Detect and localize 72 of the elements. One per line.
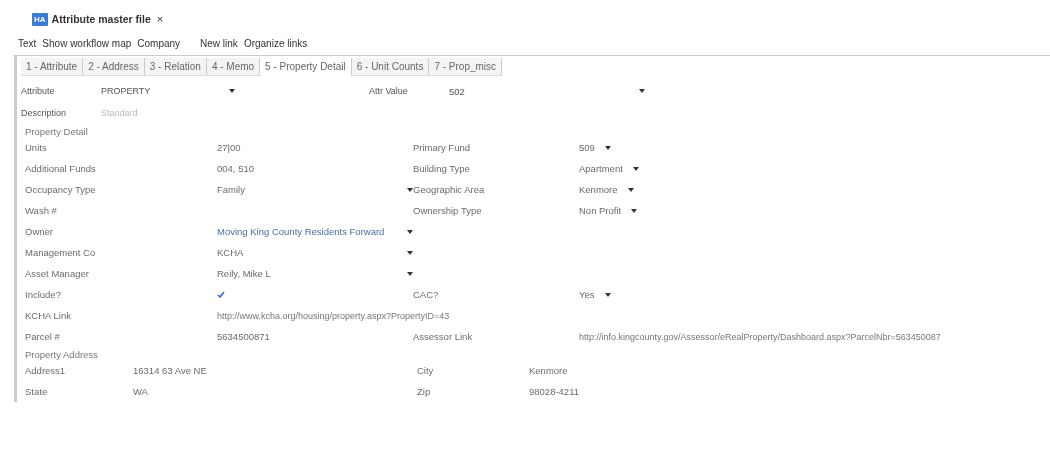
tab[interactable]: 2 - Address: [83, 58, 145, 76]
field-label: State: [24, 386, 49, 397]
dropdown-arrow-icon[interactable]: [407, 271, 413, 276]
field-label: Geographic Area: [413, 184, 486, 195]
field-value: 004, 510: [217, 163, 254, 174]
field-label: KCHA Link: [24, 310, 72, 321]
tab[interactable]: 4 - Memo: [206, 58, 261, 76]
field-label: Building Type: [413, 163, 471, 174]
field-label: Ownership Type: [413, 205, 483, 216]
checkmark-icon[interactable]: [217, 291, 225, 298]
field-value: PROPERTY: [101, 86, 152, 96]
field-label: Description: [21, 108, 68, 118]
dropdown-value[interactable]: Non Profit: [579, 205, 622, 216]
field-label: Wash #: [24, 205, 58, 216]
field-label: Owner: [24, 226, 54, 237]
tab[interactable]: 3 - Relation: [144, 58, 207, 76]
dropdown-value[interactable]: Apartment: [579, 163, 623, 174]
field-label: Units: [24, 142, 48, 153]
dropdown-value[interactable]: 509: [579, 142, 595, 153]
field-label: Assessor Link: [413, 331, 474, 342]
dropdown-value[interactable]: Moving King County Residents Forward: [217, 226, 385, 237]
section-title: Property Address: [24, 349, 99, 360]
dropdown-value[interactable]: Reily, Mike L: [217, 268, 271, 279]
dropdown-arrow-icon[interactable]: [604, 145, 611, 150]
menu-link[interactable]: Text: [18, 38, 37, 49]
dropdown-value[interactable]: KCHA: [217, 247, 244, 258]
link[interactable]: http://www.kcha.org/housing/property.aspx?PropertyID=43: [217, 310, 450, 321]
dropdown-arrow-icon[interactable]: [604, 292, 611, 297]
tab[interactable]: 1 - Attribute: [21, 58, 84, 76]
field-label: Address1: [24, 365, 67, 376]
tab[interactable]: 6 - Unit Counts: [351, 58, 430, 76]
field-label: Management Co: [24, 247, 97, 258]
field-label: Attr Value: [369, 86, 409, 96]
section-title: Property Detail: [24, 126, 89, 137]
dropdown-arrow-icon[interactable]: [407, 250, 413, 255]
field-label: Attribute: [21, 86, 56, 96]
field-label: Asset Manager: [24, 268, 90, 279]
app-logo-icon: HA: [32, 12, 48, 26]
field-value: 16314 63 Ave NE: [133, 365, 208, 376]
dropdown-value[interactable]: Yes: [579, 289, 595, 300]
field-label: Include?: [24, 289, 62, 300]
field-value: 5634500871: [217, 331, 270, 342]
field-label: Occupancy Type: [24, 184, 97, 195]
tab[interactable]: 7 - Prop_misc: [429, 58, 503, 76]
field-label: City: [417, 365, 435, 376]
menu-link[interactable]: New link: [200, 38, 238, 49]
field-value: 98028-4211: [529, 386, 579, 397]
dropdown-arrow-icon[interactable]: [407, 187, 413, 192]
menu-link[interactable]: Company: [137, 38, 181, 49]
close-button[interactable]: ×: [154, 13, 166, 25]
dropdown-value[interactable]: Kenmore: [579, 184, 618, 195]
dropdown-arrow-icon[interactable]: [407, 229, 413, 234]
menu-link[interactable]: Organize links: [243, 38, 308, 49]
link[interactable]: http://info.kingcounty.gov/Assessor/eRealProperty/Dashboard.aspx?ParcelNbr=563450087: [579, 331, 941, 342]
field-label: Zip: [417, 386, 432, 397]
menu-link[interactable]: Show workflow map: [42, 38, 132, 49]
dropdown-arrow-icon[interactable]: [639, 89, 645, 93]
field-label: Parcel #: [24, 331, 61, 342]
dropdown-value[interactable]: Family: [217, 184, 245, 195]
description-field[interactable]: Standard: [101, 108, 201, 118]
field-value: 502: [449, 85, 466, 97]
dropdown-arrow-icon[interactable]: [631, 208, 638, 213]
field-value: 27|00: [217, 142, 241, 153]
field-label: CAC?: [413, 289, 440, 300]
field-value: WA: [133, 386, 149, 397]
dropdown-arrow-icon[interactable]: [632, 166, 639, 171]
dropdown-arrow-icon[interactable]: [627, 187, 634, 192]
window-title: Attribute master file: [51, 13, 151, 25]
field-label: Primary Fund: [413, 142, 471, 153]
field-value: Kenmore: [529, 365, 568, 376]
field-label: Additional Funds: [24, 163, 97, 174]
dropdown-arrow-icon[interactable]: [229, 89, 235, 93]
